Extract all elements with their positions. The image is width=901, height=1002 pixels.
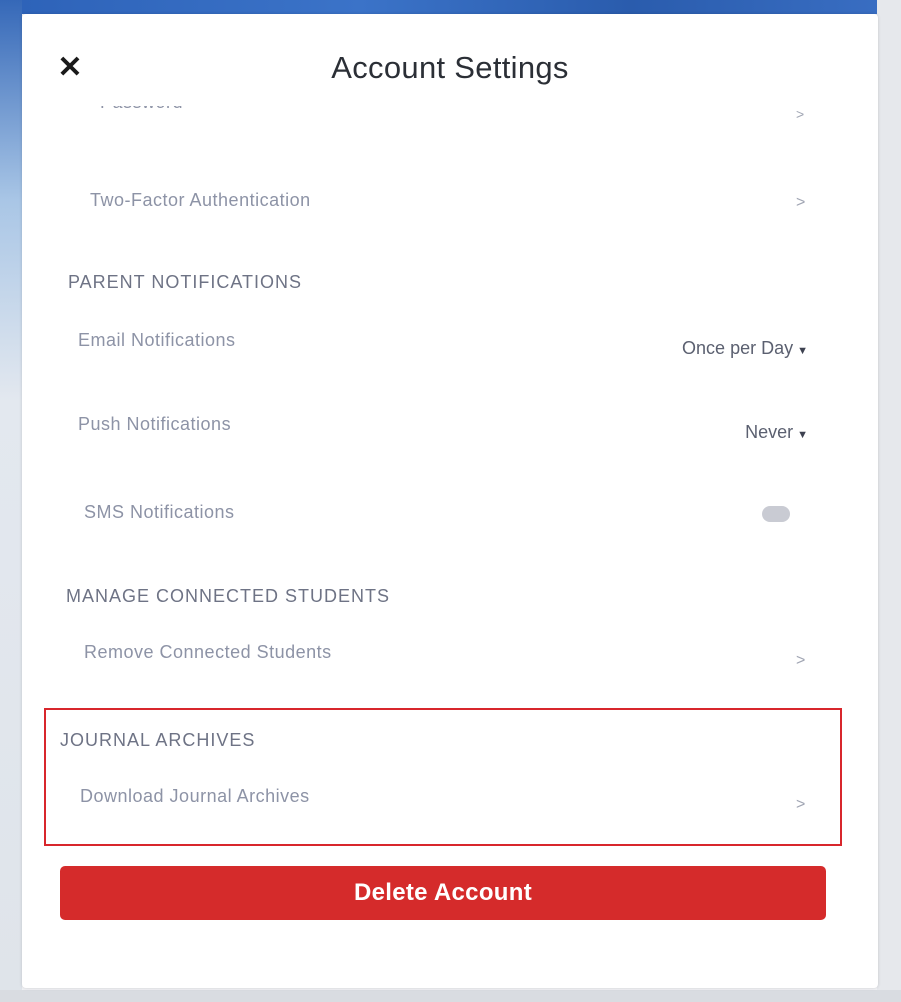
parent-notifications-header: PARENT NOTIFICATIONS xyxy=(68,272,303,292)
caret-down-icon: ▼ xyxy=(797,345,808,357)
password-row-label[interactable]: Password xyxy=(100,106,183,114)
sms-notifications-label: SMS Notifications xyxy=(84,502,235,522)
manage-connected-students-header: MANAGE CONNECTED STUDENTS xyxy=(66,586,391,606)
modal-title: Account Settings xyxy=(331,50,569,85)
push-notifications-dropdown[interactable]: Never ▼ xyxy=(662,422,808,443)
download-journal-archives-label[interactable]: Download Journal Archives xyxy=(80,786,310,807)
delete-account-button[interactable]: Delete Account xyxy=(60,866,826,920)
account-settings-modal: ✕ Account Settings Password > Two-Factor… xyxy=(22,14,878,988)
caret-down-icon: ▼ xyxy=(797,429,808,441)
backdrop-left-edge xyxy=(0,0,22,1002)
remove-connected-students-label[interactable]: Remove Connected Students xyxy=(84,642,332,663)
email-notifications-label: Email Notifications xyxy=(78,330,236,350)
settings-scroll-area[interactable]: Password > Two-Factor Authentication > P… xyxy=(22,106,878,988)
backdrop-bottom-edge xyxy=(0,990,901,1002)
chevron-right-icon[interactable]: > xyxy=(796,796,805,814)
backdrop-strip xyxy=(0,0,901,14)
push-notifications-label: Push Notifications xyxy=(78,414,232,434)
journal-archives-header: JOURNAL ARCHIVES xyxy=(60,730,256,750)
two-factor-row-label[interactable]: Two-Factor Authentication xyxy=(90,190,311,211)
backdrop-right-edge xyxy=(877,0,901,1002)
chevron-right-icon[interactable]: > xyxy=(796,652,805,670)
email-notifications-value: Once per Day xyxy=(682,338,794,358)
sms-notifications-toggle[interactable] xyxy=(762,506,790,522)
push-notifications-value: Never xyxy=(745,422,794,442)
journal-archives-highlight xyxy=(44,708,842,846)
chevron-right-icon: > xyxy=(796,106,805,122)
email-notifications-dropdown[interactable]: Once per Day ▼ xyxy=(622,338,808,359)
chevron-right-icon[interactable]: > xyxy=(796,194,805,212)
